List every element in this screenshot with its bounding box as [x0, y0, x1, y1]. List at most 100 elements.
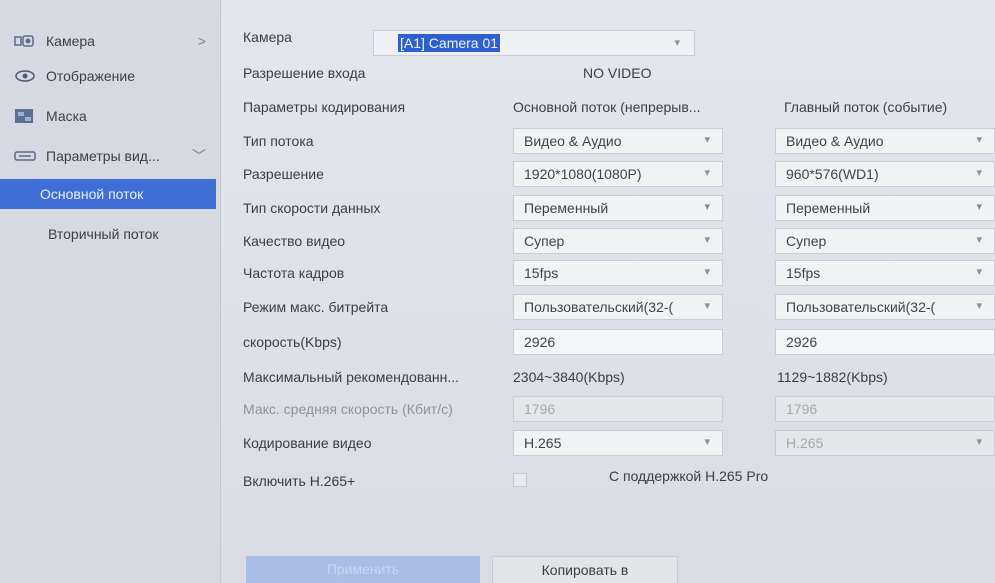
select-value: Видео & Аудио [524, 133, 622, 149]
sidebar-item-video-params[interactable]: Параметры вид... ﹀ [0, 139, 220, 173]
resolution-select-event[interactable]: 960*576(WD1) ▾ [775, 161, 995, 187]
frame-rate-select-event[interactable]: 15fps ▾ [775, 260, 995, 286]
select-value: 15fps [524, 265, 559, 281]
select-value: Видео & Аудио [786, 133, 884, 149]
input-value: 2926 [786, 334, 818, 350]
h265pro-note: С поддержкой H.265 Pro [609, 468, 769, 484]
input-value: 2926 [524, 334, 556, 350]
sidebar-subitem-label: Основной поток [40, 186, 144, 202]
dropdown-arrow-icon: ▾ [704, 300, 710, 312]
stream-type-label: Тип потока [243, 133, 314, 149]
dropdown-arrow-icon: ▾ [976, 167, 982, 179]
stream-type-row: Тип потока Видео & Аудио ▾ Видео & Аудио… [221, 128, 995, 156]
video-encoding-select-continuous[interactable]: H.265 ▾ [513, 430, 723, 456]
sidebar-item-camera[interactable]: Камера > [0, 24, 220, 58]
encoding-params-label: Параметры кодирования [243, 99, 406, 115]
bitrate-input-event[interactable]: 2926 [775, 329, 995, 355]
main-stream-continuous-header: Основной поток (непрерыв... [513, 99, 701, 115]
dropdown-arrow-icon: ▾ [976, 300, 982, 312]
input-resolution-value: NO VIDEO [583, 65, 652, 81]
sidebar-item-mask[interactable]: Маска [0, 99, 220, 133]
eye-icon [14, 68, 36, 84]
video-encoding-label: Кодирование видео [243, 435, 372, 451]
sidebar-subitem-sub-stream[interactable]: Вторичный поток [8, 219, 216, 249]
video-encoding-row: Кодирование видео H.265 ▾ H.265 ▾ [221, 430, 995, 458]
frame-rate-select-continuous[interactable]: 15fps ▾ [513, 260, 723, 286]
h265plus-checkbox[interactable] [513, 473, 527, 487]
stream-type-select-event[interactable]: Видео & Аудио ▾ [775, 128, 995, 154]
main-panel: Камера [A1] Camera 01 ▾ Разрешение входа… [221, 0, 995, 583]
sidebar-item-label: Отображение [46, 68, 136, 84]
select-value: 1920*1080(1080P) [524, 166, 642, 182]
sidebar-item-label: Параметры вид... [46, 148, 160, 164]
bitrate-type-row: Тип скорости данных Переменный ▾ Перемен… [221, 195, 995, 223]
input-value: 1796 [524, 401, 556, 417]
resolution-select-continuous[interactable]: 1920*1080(1080P) ▾ [513, 161, 723, 187]
dropdown-arrow-icon: ▾ [704, 266, 710, 278]
camera-icon [14, 33, 36, 49]
bitrate-row: скорость(Kbps) 2926 2926 [221, 329, 995, 357]
input-resolution-label: Разрешение входа [243, 65, 366, 81]
max-bitrate-mode-label: Режим макс. битрейта [243, 299, 389, 315]
avg-speed-label: Макс. средняя скорость (Кбит/с) [243, 401, 453, 417]
bitrate-type-label: Тип скорости данных [243, 200, 381, 216]
select-value: 960*576(WD1) [786, 166, 879, 182]
frame-rate-label: Частота кадров [243, 265, 345, 281]
copy-to-button[interactable]: Копировать в [492, 556, 678, 583]
select-value: Супер [524, 233, 565, 249]
resolution-label: Разрешение [243, 166, 324, 182]
h265plus-row: Включить H.265+ С поддержкой H.265 Pro [221, 468, 995, 496]
select-value: Супер [786, 233, 827, 249]
sidebar-subitem-main-stream[interactable]: Основной поток [0, 179, 216, 209]
select-value: Переменный [786, 200, 871, 216]
select-value: Пользовательский(32-( [524, 299, 674, 315]
dropdown-arrow-icon: ▾ [704, 134, 710, 146]
dropdown-arrow-icon: ▾ [674, 37, 680, 49]
chevron-down-icon: ﹀ [192, 148, 206, 164]
resolution-row: Разрешение 1920*1080(1080P) ▾ 960*576(WD… [221, 161, 995, 189]
video-quality-row: Качество видео Супер ▾ Супер ▾ [221, 228, 995, 256]
input-resolution-row: Разрешение входа NO VIDEO [221, 60, 995, 88]
sidebar-item-label: Маска [46, 108, 87, 124]
dropdown-arrow-icon: ▾ [976, 134, 982, 146]
sidebar: Камера > Отображение Маска Параметры вид… [0, 0, 221, 583]
mask-icon [14, 108, 36, 124]
dropdown-arrow-icon: ▾ [976, 234, 982, 246]
avg-speed-input-event: 1796 [775, 396, 995, 422]
max-recommended-label: Максимальный рекомендованн... [243, 369, 460, 385]
dropdown-arrow-icon: ▾ [976, 266, 982, 278]
dropdown-arrow-icon: ▾ [704, 201, 710, 213]
max-bitrate-mode-row: Режим макс. битрейта Пользовательский(32… [221, 294, 995, 322]
max-bitrate-mode-select-event[interactable]: Пользовательский(32-( ▾ [775, 294, 995, 320]
stream-type-select-continuous[interactable]: Видео & Аудио ▾ [513, 128, 723, 154]
dropdown-arrow-icon: ▾ [976, 436, 982, 448]
bitrate-type-select-event[interactable]: Переменный ▾ [775, 195, 995, 221]
camera-select[interactable]: [A1] Camera 01 ▾ [373, 30, 695, 56]
select-value: Пользовательский(32-( [786, 299, 936, 315]
video-encoding-select-event: H.265 ▾ [775, 430, 995, 456]
dropdown-arrow-icon: ▾ [704, 167, 710, 179]
max-recommended-event: 1129~1882(Kbps) [777, 369, 888, 385]
bitrate-label: скорость(Kbps) [243, 334, 342, 350]
sidebar-item-label: Камера [46, 33, 95, 49]
bitrate-input-continuous[interactable]: 2926 [513, 329, 723, 355]
sidebar-item-display[interactable]: Отображение [0, 59, 220, 93]
video-quality-select-event[interactable]: Супер ▾ [775, 228, 995, 254]
max-recommended-continuous: 2304~3840(Kbps) [513, 369, 625, 385]
avg-speed-input-continuous: 1796 [513, 396, 723, 422]
h265plus-label: Включить H.265+ [243, 473, 356, 489]
max-recommended-row: Максимальный рекомендованн... 2304~3840(… [221, 364, 995, 392]
dropdown-arrow-icon: ▾ [704, 234, 710, 246]
max-bitrate-mode-select-continuous[interactable]: Пользовательский(32-( ▾ [513, 294, 723, 320]
avg-speed-row: Макс. средняя скорость (Кбит/с) 1796 179… [221, 396, 995, 424]
sidebar-subitem-label: Вторичный поток [48, 226, 159, 242]
select-value: H.265 [524, 435, 562, 451]
video-quality-select-continuous[interactable]: Супер ▾ [513, 228, 723, 254]
apply-button[interactable]: Применить [246, 556, 480, 583]
video-params-icon [14, 148, 36, 164]
input-value: 1796 [786, 401, 818, 417]
bitrate-type-select-continuous[interactable]: Переменный ▾ [513, 195, 723, 221]
dropdown-arrow-icon: ▾ [704, 436, 710, 448]
video-quality-label: Качество видео [243, 233, 346, 249]
dropdown-arrow-icon: ▾ [976, 201, 982, 213]
